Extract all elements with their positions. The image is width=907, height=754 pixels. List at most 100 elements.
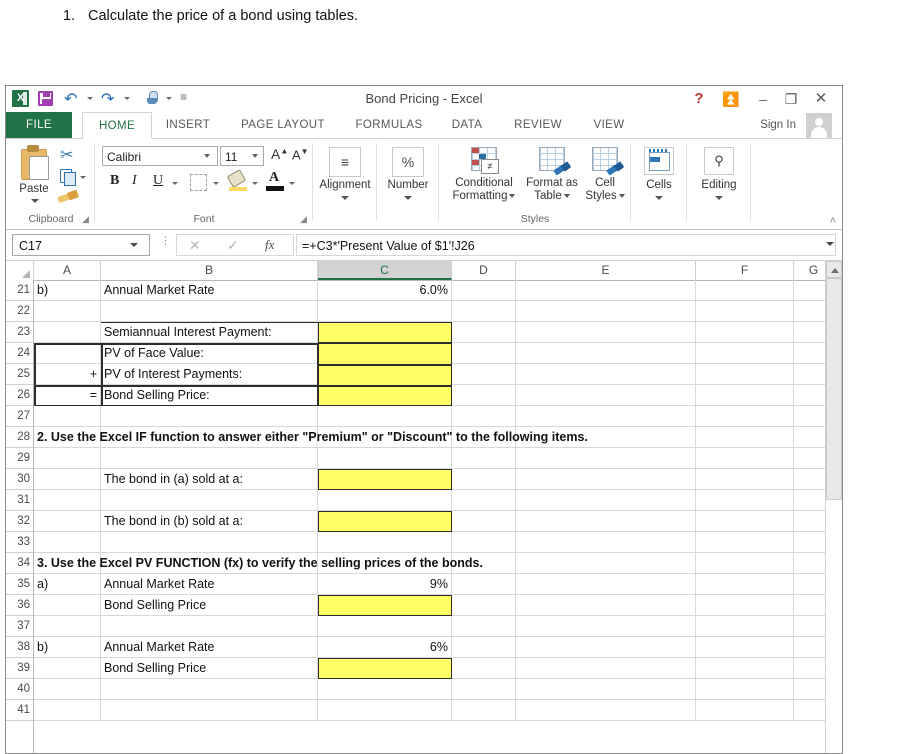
grid-cell[interactable]: [101, 448, 318, 469]
underline-dropdown-icon[interactable]: [172, 182, 178, 185]
grid-cell[interactable]: [696, 637, 794, 658]
grid-cell[interactable]: Annual Market Rate: [101, 637, 318, 658]
grid-cell[interactable]: 9%: [318, 574, 452, 595]
insert-function-icon[interactable]: fx: [265, 237, 274, 253]
vertical-scrollbar[interactable]: [825, 261, 842, 753]
grid-cell[interactable]: [696, 343, 794, 364]
binoculars-icon[interactable]: ⚲: [704, 147, 734, 175]
grid-cell[interactable]: [696, 511, 794, 532]
table-row[interactable]: 2. Use the Excel IF function to answer e…: [34, 427, 794, 448]
table-row[interactable]: 3. Use the Excel PV FUNCTION (fx) to ver…: [34, 553, 794, 574]
ribbon-group-cells[interactable]: Cells: [632, 139, 686, 227]
grid-cell[interactable]: [516, 343, 696, 364]
minimize-button[interactable]: –: [750, 88, 776, 110]
fill-color-icon[interactable]: [226, 169, 247, 191]
grid-cell[interactable]: [696, 301, 794, 322]
grid-cell[interactable]: [452, 511, 516, 532]
row-header-21[interactable]: 21: [6, 280, 33, 301]
grid-cell[interactable]: [34, 406, 101, 427]
input-cell-highlight[interactable]: [318, 511, 452, 532]
grid-cell[interactable]: [101, 700, 318, 721]
tab-insert[interactable]: INSERT: [154, 112, 222, 138]
clipboard-dialog-launcher-icon[interactable]: ◢: [82, 214, 92, 224]
scrollbar-thumb[interactable]: [826, 278, 842, 500]
grid-cell[interactable]: [696, 595, 794, 616]
grid-cell[interactable]: b): [34, 637, 101, 658]
row-header-35[interactable]: 35: [6, 574, 33, 595]
font-name-dropdown-icon[interactable]: [204, 154, 210, 158]
formula-input[interactable]: =+C3*'Present Value of $1'!J26: [296, 234, 836, 256]
grid-cell[interactable]: [34, 595, 101, 616]
grid-cell[interactable]: The bond in (b) sold at a:: [101, 511, 318, 532]
grid-cell[interactable]: [101, 679, 318, 700]
avatar[interactable]: [806, 113, 832, 139]
font-name-input[interactable]: Calibri: [102, 146, 218, 166]
ribbon-group-editing[interactable]: ⚲ Editing: [688, 139, 750, 227]
row-header-33[interactable]: 33: [6, 532, 33, 553]
grid-cell[interactable]: The bond in (a) sold at a:: [101, 469, 318, 490]
grid-cell[interactable]: [101, 532, 318, 553]
scroll-up-icon[interactable]: [826, 261, 842, 278]
row-header-25[interactable]: 25: [6, 364, 33, 385]
row-header-40[interactable]: 40: [6, 679, 33, 700]
grid-cell[interactable]: PV of Face Value:: [101, 343, 318, 364]
paste-icon[interactable]: [19, 145, 49, 180]
grid-cell[interactable]: [516, 322, 696, 343]
grid-cell[interactable]: [452, 595, 516, 616]
grid-cell[interactable]: [452, 406, 516, 427]
format-as-table-dropdown-icon[interactable]: [563, 193, 570, 198]
grid-cell[interactable]: b): [34, 280, 101, 301]
column-header-e[interactable]: E: [516, 261, 696, 280]
grid-cell[interactable]: [34, 322, 101, 343]
grid-cell[interactable]: [516, 448, 696, 469]
grid-cell[interactable]: Bond Selling Price:: [101, 385, 318, 406]
grid-cell[interactable]: Bond Selling Price: [101, 595, 318, 616]
row-header-39[interactable]: 39: [6, 658, 33, 679]
grid-cell[interactable]: [101, 490, 318, 511]
grid-cell[interactable]: [34, 532, 101, 553]
underline-button[interactable]: U: [153, 173, 163, 189]
cells-dropdown-icon[interactable]: [655, 196, 663, 200]
tab-home[interactable]: HOME: [82, 112, 152, 139]
grid-cell[interactable]: Annual Market Rate: [101, 574, 318, 595]
grid-cell[interactable]: [516, 280, 696, 301]
copy-icon[interactable]: [60, 169, 76, 186]
row-header-34[interactable]: 34: [6, 553, 33, 574]
row-header-27[interactable]: 27: [6, 406, 33, 427]
grid-cell[interactable]: [696, 658, 794, 679]
tab-page-layout[interactable]: PAGE LAYOUT: [224, 112, 342, 138]
grid-cell[interactable]: [516, 406, 696, 427]
grid-cell[interactable]: [34, 658, 101, 679]
select-all-button[interactable]: [6, 261, 34, 280]
name-box-dropdown-icon[interactable]: [130, 243, 138, 247]
ribbon-group-alignment[interactable]: ≡ Alignment: [314, 139, 376, 227]
grid-cell[interactable]: [452, 679, 516, 700]
decrease-font-size-icon[interactable]: A▼: [292, 147, 309, 162]
grid-cell[interactable]: [101, 616, 318, 637]
grid-cell[interactable]: a): [34, 574, 101, 595]
row-header-24[interactable]: 24: [6, 343, 33, 364]
grid-cell[interactable]: [516, 616, 696, 637]
grid-cell[interactable]: [101, 406, 318, 427]
grid-cell[interactable]: [318, 490, 452, 511]
collapse-ribbon-icon[interactable]: ˄: [830, 215, 836, 227]
row-header-41[interactable]: 41: [6, 700, 33, 721]
grid-cell[interactable]: [696, 490, 794, 511]
font-dialog-launcher-icon[interactable]: ◢: [300, 214, 310, 224]
row-header-22[interactable]: 22: [6, 301, 33, 322]
grid-cell[interactable]: [34, 469, 101, 490]
grid-cell[interactable]: [516, 385, 696, 406]
grid-cell[interactable]: [696, 616, 794, 637]
enter-icon[interactable]: ✓: [227, 237, 239, 254]
grid-cell[interactable]: [34, 616, 101, 637]
grid-cell[interactable]: [516, 364, 696, 385]
conditional-formatting-button[interactable]: ≠ Conditional Formatting: [446, 145, 522, 203]
tab-review[interactable]: REVIEW: [500, 112, 576, 138]
number-dropdown-icon[interactable]: [404, 196, 412, 200]
grid-cell[interactable]: [452, 490, 516, 511]
grid-cell[interactable]: [696, 532, 794, 553]
fill-color-dropdown-icon[interactable]: [252, 182, 258, 185]
paste-button-label[interactable]: Paste: [12, 183, 56, 195]
input-cell-highlight[interactable]: [318, 343, 452, 406]
grid-cell[interactable]: [452, 322, 516, 343]
